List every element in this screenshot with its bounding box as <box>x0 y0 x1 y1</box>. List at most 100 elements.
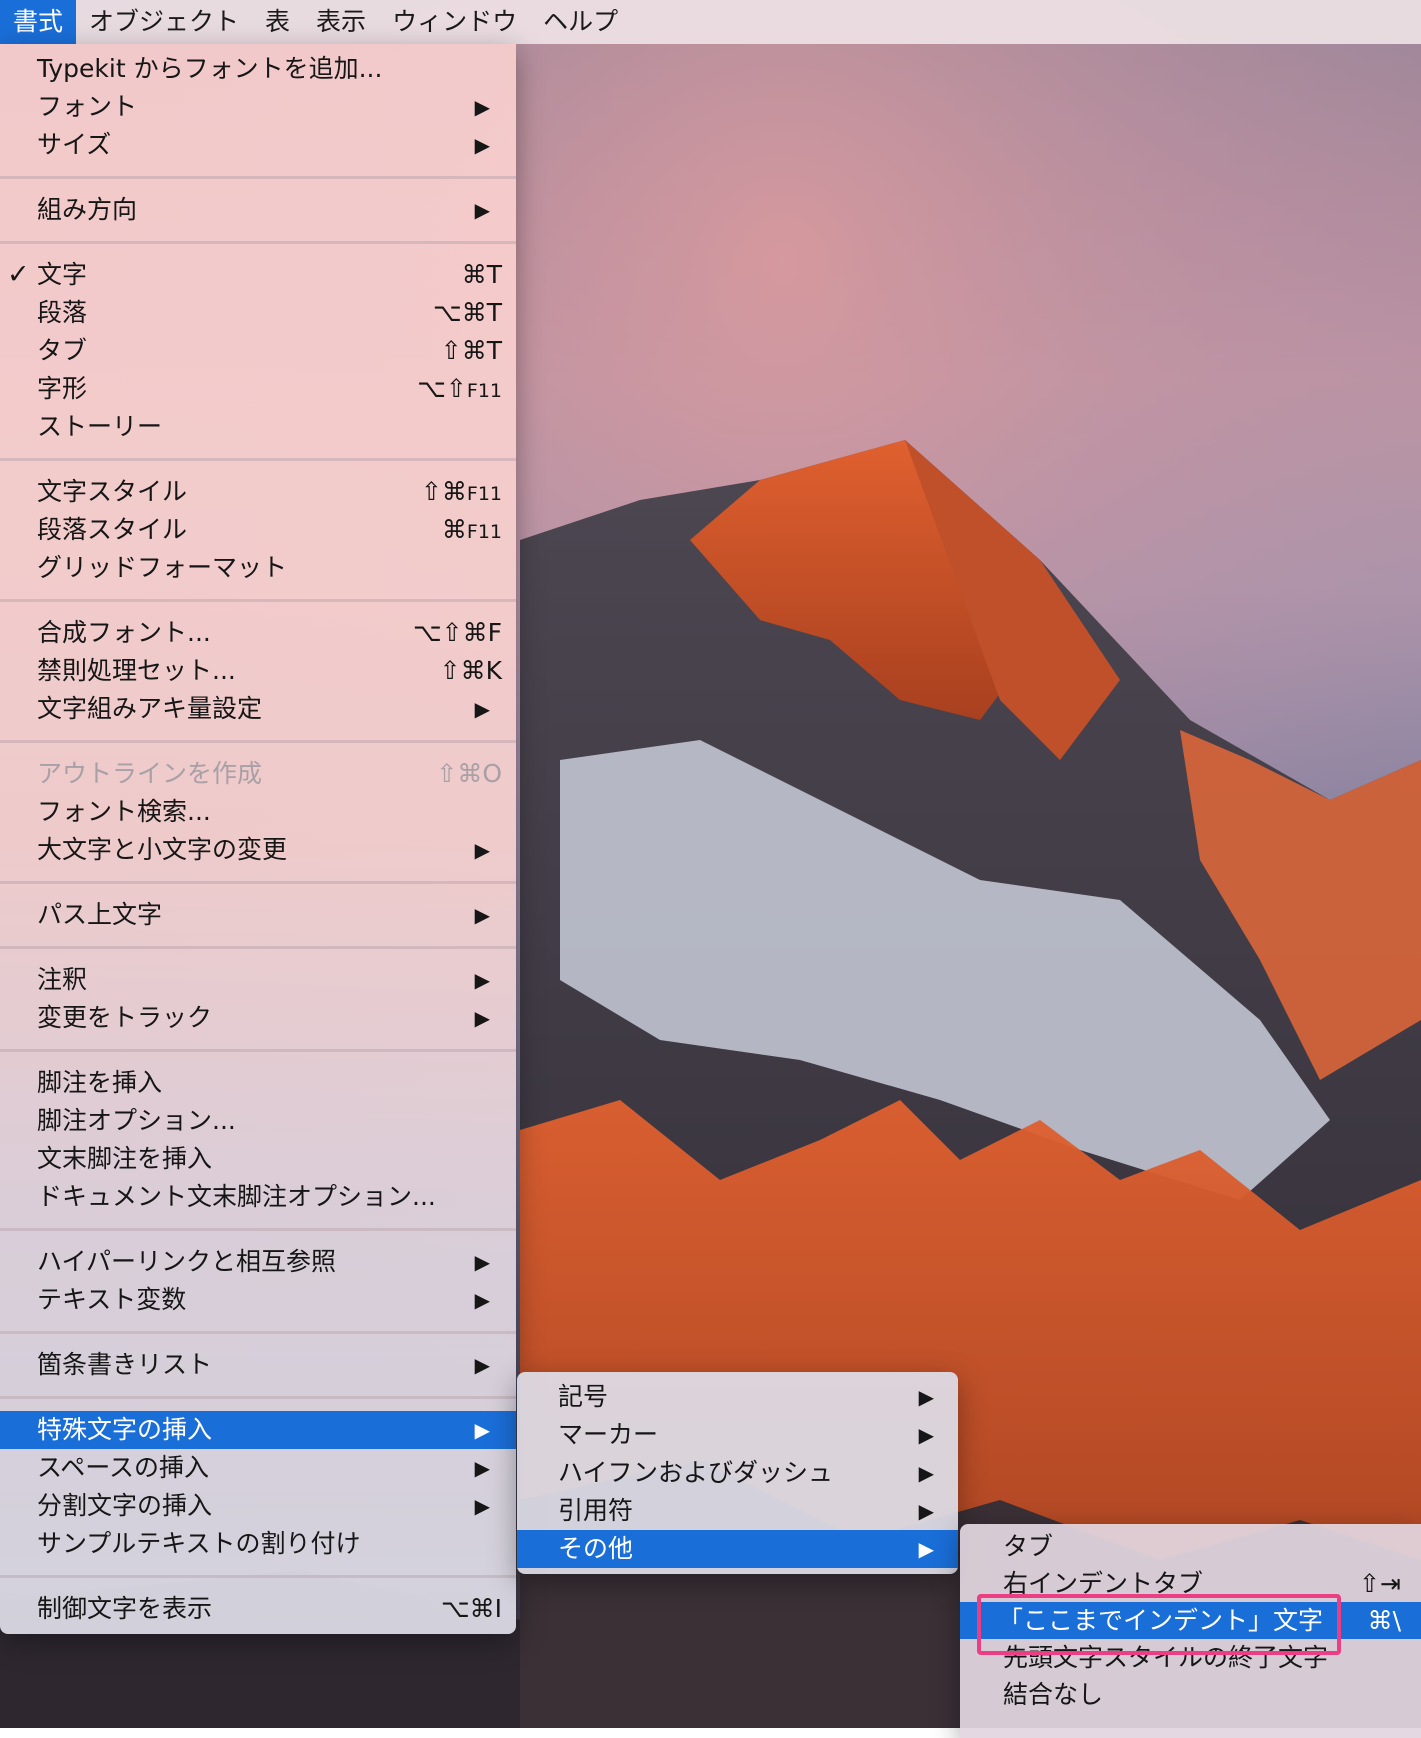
menu-item-label: 文末脚注を挿入 <box>37 1144 213 1173</box>
submenu-arrow-icon: ▶ <box>474 1006 490 1030</box>
menu-item-label: 文字 <box>37 260 88 289</box>
menubar-item-table[interactable]: 表 <box>252 0 303 44</box>
menu-item[interactable]: 禁則処理セット... ⇧⌘K <box>0 652 516 690</box>
menu-item[interactable]: 脚注を挿入 <box>0 1064 516 1102</box>
keyboard-shortcut: ⌘T <box>461 260 502 289</box>
menu-item-label: スペースの挿入 <box>37 1453 210 1482</box>
menu-item[interactable]: テキスト変数 ▶ <box>0 1281 516 1319</box>
menu-bar: 書式 オブジェクト 表 表示 ウィンドウ ヘルプ <box>0 0 1421 44</box>
submenu-arrow-icon: ▶ <box>474 1456 490 1480</box>
menu-item-label: 分割文字の挿入 <box>37 1491 213 1520</box>
menu-item[interactable]: フォント ▶ <box>0 88 516 126</box>
keyboard-shortcut: ⌘F11 <box>441 515 502 544</box>
menu-separator <box>0 881 516 884</box>
menu-item[interactable]: フォント検索... <box>0 793 516 831</box>
menu-item-label: グリッドフォーマット <box>37 553 288 582</box>
keyboard-shortcut: ⇧⌘K <box>439 656 502 685</box>
menubar-item-object[interactable]: オブジェクト <box>76 0 252 44</box>
menu-item[interactable]: ハイパーリンクと相互参照 ▶ <box>0 1243 516 1281</box>
menu-item[interactable]: パス上文字 ▶ <box>0 896 516 934</box>
menu-item-label: ドキュメント文末脚注オプション... <box>37 1182 436 1211</box>
keyboard-shortcut: ⌘\ <box>1367 1606 1401 1635</box>
submenu-arrow-icon: ▶ <box>474 1494 490 1518</box>
highlight-callout <box>977 1594 1341 1655</box>
menu-item[interactable]: 記号 ▶ <box>517 1378 958 1416</box>
menubar-item-window[interactable]: ウィンドウ <box>379 0 530 44</box>
menu-item: アウトラインを作成 ⇧⌘O <box>0 755 516 793</box>
menu-item[interactable]: マーカー ▶ <box>517 1416 958 1454</box>
menu-item-label: 特殊文字の挿入 <box>37 1415 213 1444</box>
menu-item[interactable]: 段落スタイル ⌘F11 <box>0 511 516 549</box>
submenu-arrow-icon: ▶ <box>474 968 490 992</box>
menubar-item-view[interactable]: 表示 <box>303 0 379 44</box>
menu-item-label: 記号 <box>558 1382 609 1411</box>
menu-separator <box>0 1396 516 1399</box>
menubar-item-format[interactable]: 書式 <box>0 0 77 44</box>
menu-item[interactable]: その他 ▶ <box>517 1530 958 1568</box>
menu-item[interactable]: 大文字と小文字の変更 ▶ <box>0 831 516 869</box>
submenu-arrow-icon: ▶ <box>474 838 490 862</box>
menu-separator <box>0 1228 516 1231</box>
menu-item[interactable]: 文字スタイル ⇧⌘F11 <box>0 473 516 511</box>
menu-item-label: 段落 <box>37 298 88 327</box>
menu-item-label: パス上文字 <box>37 900 163 929</box>
submenu-arrow-icon: ▶ <box>474 133 490 157</box>
menu-item[interactable]: 組み方向 ▶ <box>0 191 516 229</box>
menu-item[interactable]: ✓ 文字 ⌘T <box>0 256 516 294</box>
menu-item[interactable]: 文末脚注を挿入 <box>0 1140 516 1178</box>
menu-separator <box>0 1049 516 1052</box>
menu-item[interactable]: タブ ⇧⌘T <box>0 332 516 370</box>
menu-separator <box>0 176 516 179</box>
menu-item-label: サイズ <box>37 130 112 159</box>
menu-item[interactable]: 引用符 ▶ <box>517 1492 958 1530</box>
menu-item[interactable]: サイズ ▶ <box>0 126 516 164</box>
menu-item[interactable]: 結合なし <box>960 1676 1421 1713</box>
keyboard-shortcut: ⌥⌘T <box>432 298 502 327</box>
menu-item[interactable]: ドキュメント文末脚注オプション... <box>0 1178 516 1216</box>
menu-item[interactable]: Typekit からフォントを追加... <box>0 50 516 88</box>
menu-item[interactable]: 特殊文字の挿入 ▶ <box>0 1411 516 1449</box>
keyboard-shortcut: ⇧⌘T <box>440 336 502 365</box>
submenu-arrow-icon: ▶ <box>918 1461 934 1485</box>
menu-item-label: 組み方向 <box>37 195 138 224</box>
menu-item-label: その他 <box>558 1534 634 1563</box>
menu-item[interactable]: 箇条書きリスト ▶ <box>0 1346 516 1384</box>
menu-separator <box>0 1331 516 1334</box>
menu-item[interactable]: 分割文字の挿入 ▶ <box>0 1487 516 1525</box>
menu-item[interactable]: ハイフンおよびダッシュ ▶ <box>517 1454 958 1492</box>
menubar-item-help[interactable]: ヘルプ <box>530 0 631 44</box>
menu-item-label: 制御文字を表示 <box>37 1594 213 1623</box>
menu-item[interactable]: 字形 ⌥⇧F11 <box>0 370 516 408</box>
insert-special-character-submenu: 記号 ▶ マーカー ▶ ハイフンおよびダッシュ ▶ 引用符 ▶ その他 ▶ <box>517 1372 958 1574</box>
menu-item-label: サンプルテキストの割り付け <box>37 1529 361 1558</box>
menu-item[interactable]: ストーリー <box>0 408 516 446</box>
menu-item-label: アウトラインを作成 <box>37 759 263 788</box>
keyboard-shortcut: ⌥⌘I <box>440 1594 502 1623</box>
menu-separator <box>0 740 516 743</box>
menu-item[interactable]: 注釈 ▶ <box>0 961 516 999</box>
menu-item[interactable]: 変更をトラック ▶ <box>0 999 516 1037</box>
menu-item-label: ハイフンおよびダッシュ <box>558 1458 834 1487</box>
menu-item-label: 注釈 <box>37 965 88 994</box>
menu-item[interactable]: タブ <box>960 1528 1421 1565</box>
submenu-arrow-icon: ▶ <box>474 1250 490 1274</box>
menu-item[interactable]: 文字組みアキ量設定 ▶ <box>0 690 516 728</box>
menu-item-label: ハイパーリンクと相互参照 <box>37 1247 337 1276</box>
menu-item[interactable]: 脚注オプション... <box>0 1102 516 1140</box>
menu-item[interactable]: 合成フォント... ⌥⇧⌘F <box>0 614 516 652</box>
submenu-arrow-icon: ▶ <box>474 95 490 119</box>
menu-item-label: タブ <box>1003 1532 1054 1561</box>
menu-item-label: 文字スタイル <box>37 477 188 506</box>
menu-item[interactable]: グリッドフォーマット <box>0 549 516 587</box>
menu-item[interactable]: スペースの挿入 ▶ <box>0 1449 516 1487</box>
menu-item-label: 大文字と小文字の変更 <box>37 835 288 864</box>
menu-item[interactable]: サンプルテキストの割り付け <box>0 1525 516 1563</box>
menu-separator <box>0 946 516 949</box>
submenu-arrow-icon: ▶ <box>474 1353 490 1377</box>
menu-item-label: 箇条書きリスト <box>37 1350 213 1379</box>
menu-item-label: 結合なし <box>1003 1680 1104 1709</box>
submenu-arrow-icon: ▶ <box>918 1537 934 1561</box>
menu-item[interactable]: 制御文字を表示 ⌥⌘I <box>0 1590 516 1628</box>
keyboard-shortcut: ⇧⌘O <box>436 759 502 788</box>
menu-item[interactable]: 段落 ⌥⌘T <box>0 294 516 332</box>
